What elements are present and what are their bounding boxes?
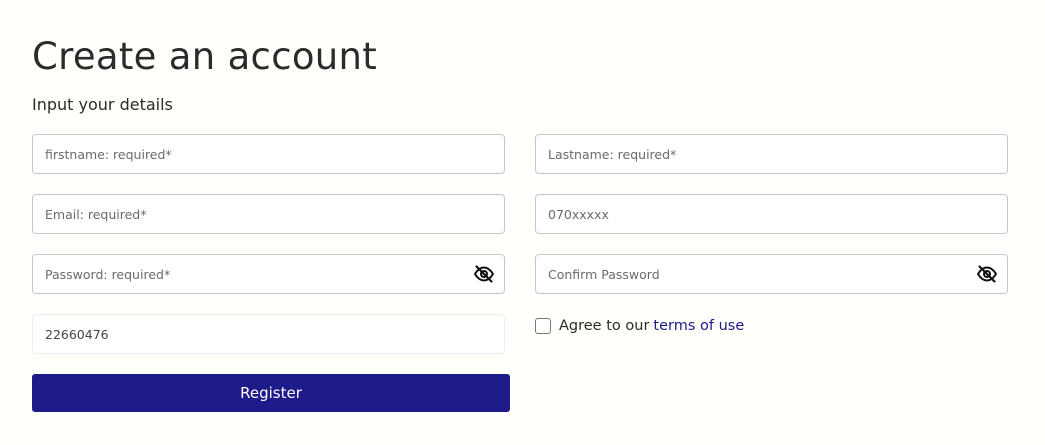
confirm-password-field-wrapper bbox=[535, 254, 1008, 294]
agree-label: Agree to our bbox=[559, 318, 650, 334]
email-field-wrapper bbox=[32, 194, 505, 234]
lastname-field-wrapper bbox=[535, 134, 1008, 174]
password-field-wrapper bbox=[32, 254, 505, 294]
firstname-input[interactable] bbox=[33, 135, 504, 173]
firstname-field-wrapper bbox=[32, 134, 505, 174]
page-title: Create an account bbox=[32, 35, 378, 78]
page-subtitle: Input your details bbox=[32, 95, 173, 114]
email-input[interactable] bbox=[33, 195, 504, 233]
password-input[interactable] bbox=[33, 255, 504, 293]
terms-of-use-link[interactable]: terms of use bbox=[653, 318, 744, 334]
register-button[interactable]: Register bbox=[32, 374, 510, 412]
eye-slash-icon[interactable] bbox=[976, 265, 998, 283]
phone-field-wrapper bbox=[535, 194, 1008, 234]
code-input[interactable] bbox=[33, 315, 504, 353]
agree-terms[interactable]: Agree to our terms of use bbox=[535, 316, 744, 336]
agree-checkbox[interactable] bbox=[535, 318, 551, 334]
code-field-wrapper bbox=[32, 314, 505, 354]
eye-slash-icon[interactable] bbox=[473, 265, 495, 283]
phone-input[interactable] bbox=[536, 195, 1007, 233]
lastname-input[interactable] bbox=[536, 135, 1007, 173]
confirm-password-input[interactable] bbox=[536, 255, 1007, 293]
create-account-page: Create an account Input your details fir… bbox=[0, 0, 1045, 445]
